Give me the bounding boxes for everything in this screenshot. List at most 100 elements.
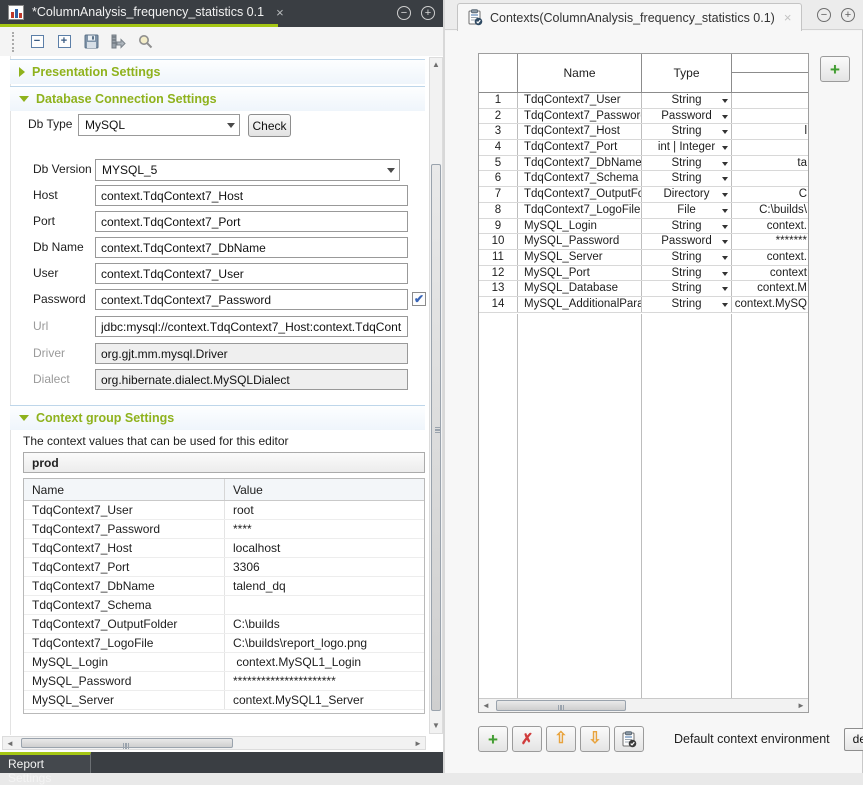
- table-row[interactable]: 7TdqContext7_OutputFolderDirectoryC: [479, 187, 808, 203]
- value-cell[interactable]: C: [732, 187, 808, 202]
- chevron-down-icon[interactable]: [722, 115, 728, 119]
- chevron-down-icon[interactable]: [722, 209, 728, 213]
- table-row[interactable]: 9MySQL_LoginStringcontext.: [479, 219, 808, 235]
- chevron-down-icon[interactable]: [722, 225, 728, 229]
- section-database-connection-settings[interactable]: Database Connection Settings: [10, 86, 425, 111]
- copy-from-repository-button[interactable]: [614, 726, 644, 752]
- value-cell[interactable]: context.MySQ: [732, 297, 808, 312]
- scroll-right-icon[interactable]: ►: [412, 739, 424, 749]
- add-context-variable-button[interactable]: +: [820, 56, 850, 82]
- column-header-value-group[interactable]: [732, 54, 808, 92]
- name-cell[interactable]: TdqContext7_Host: [518, 124, 642, 139]
- value-cell[interactable]: [732, 93, 808, 108]
- generate-report-button[interactable]: [109, 33, 127, 51]
- type-cell[interactable]: String: [642, 297, 732, 312]
- context-value-cell[interactable]: context.MySQL1_Login: [225, 653, 424, 671]
- value-cell[interactable]: context.: [732, 219, 808, 234]
- name-cell[interactable]: TdqContext7_User: [518, 93, 642, 108]
- check-button[interactable]: Check: [248, 114, 291, 137]
- context-value-cell[interactable]: **********************: [225, 672, 424, 690]
- table-row[interactable]: TdqContext7_DbNametalend_dq: [24, 577, 424, 596]
- table-row[interactable]: TdqContext7_Port3306: [24, 558, 424, 577]
- context-name-cell[interactable]: MySQL_Server: [24, 691, 225, 709]
- password-input[interactable]: [95, 289, 408, 310]
- name-cell[interactable]: TdqContext7_Schema: [518, 171, 642, 186]
- contexts-horizontal-scrollbar[interactable]: ◄ ►: [479, 698, 808, 712]
- name-cell[interactable]: MySQL_Port: [518, 266, 642, 281]
- scroll-left-icon[interactable]: ◄: [480, 701, 492, 711]
- type-cell[interactable]: String: [642, 219, 732, 234]
- name-cell[interactable]: MySQL_Password: [518, 234, 642, 249]
- table-row[interactable]: TdqContext7_Userroot: [24, 501, 424, 520]
- chevron-down-icon[interactable]: [722, 240, 728, 244]
- close-icon[interactable]: ×: [276, 5, 284, 20]
- table-row[interactable]: 13MySQL_DatabaseStringcontext.M: [479, 281, 808, 297]
- move-up-button[interactable]: ⇧: [546, 726, 576, 752]
- table-row[interactable]: TdqContext7_OutputFolderC:\builds: [24, 615, 424, 634]
- chevron-down-icon[interactable]: [722, 303, 728, 307]
- user-input[interactable]: [95, 263, 408, 284]
- db-type-combo[interactable]: MySQL: [78, 114, 240, 136]
- table-row[interactable]: MySQL_Servercontext.MySQL1_Server: [24, 691, 424, 710]
- scrollbar-thumb[interactable]: [21, 738, 233, 748]
- db-name-input[interactable]: [95, 237, 408, 258]
- horizontal-scrollbar[interactable]: ◄ ►: [2, 736, 426, 750]
- name-cell[interactable]: TdqContext7_Password: [518, 109, 642, 124]
- chevron-down-icon[interactable]: [722, 177, 728, 181]
- type-cell[interactable]: String: [642, 171, 732, 186]
- context-name-cell[interactable]: TdqContext7_Port: [24, 558, 225, 576]
- add-context-button[interactable]: +: [478, 726, 508, 752]
- name-cell[interactable]: MySQL_Login: [518, 219, 642, 234]
- type-cell[interactable]: Directory: [642, 187, 732, 202]
- maximize-icon[interactable]: +: [841, 8, 855, 22]
- value-cell[interactable]: context: [732, 266, 808, 281]
- chevron-down-icon[interactable]: [722, 130, 728, 134]
- zoom-button[interactable]: [136, 33, 154, 51]
- host-input[interactable]: [95, 185, 408, 206]
- context-name-cell[interactable]: TdqContext7_User: [24, 501, 225, 519]
- chevron-down-icon[interactable]: [722, 256, 728, 260]
- toolbar-drag-handle[interactable]: [12, 32, 15, 52]
- type-cell[interactable]: String: [642, 124, 732, 139]
- value-cell[interactable]: context.: [732, 250, 808, 265]
- scroll-down-icon[interactable]: ▼: [430, 721, 442, 731]
- context-value-cell[interactable]: root: [225, 501, 424, 519]
- context-value-cell[interactable]: talend_dq: [225, 577, 424, 595]
- column-header-name[interactable]: Name: [518, 54, 642, 92]
- type-cell[interactable]: Password: [642, 109, 732, 124]
- context-value-cell[interactable]: C:\builds: [225, 615, 424, 633]
- scrollbar-thumb[interactable]: [431, 164, 441, 711]
- name-cell[interactable]: MySQL_AdditionalParams: [518, 297, 642, 312]
- context-name-cell[interactable]: TdqContext7_OutputFolder: [24, 615, 225, 633]
- table-row[interactable]: MySQL_Password**********************: [24, 672, 424, 691]
- type-cell[interactable]: String: [642, 266, 732, 281]
- table-row[interactable]: 11MySQL_ServerStringcontext.: [479, 250, 808, 266]
- close-icon[interactable]: ×: [784, 10, 792, 25]
- type-cell[interactable]: Password: [642, 234, 732, 249]
- column-header-name[interactable]: Name: [24, 479, 225, 500]
- table-row[interactable]: 8TdqContext7_LogoFileFileC:\builds\: [479, 203, 808, 219]
- context-value-cell[interactable]: 3306: [225, 558, 424, 576]
- scrollbar-thumb[interactable]: [496, 700, 626, 711]
- table-row[interactable]: 2TdqContext7_PasswordPassword: [479, 109, 808, 125]
- environment-combo[interactable]: dev: [844, 728, 863, 751]
- tab-report-settings[interactable]: Report Settings: [0, 752, 91, 773]
- chevron-down-icon[interactable]: [722, 146, 728, 150]
- value-cell[interactable]: C:\builds\: [732, 203, 808, 218]
- column-header-type[interactable]: Type: [642, 54, 732, 92]
- table-row[interactable]: MySQL_Login context.MySQL1_Login: [24, 653, 424, 672]
- collapse-all-button[interactable]: −: [28, 33, 46, 51]
- port-input[interactable]: [95, 211, 408, 232]
- table-row[interactable]: TdqContext7_Hostlocalhost: [24, 539, 424, 558]
- type-cell[interactable]: String: [642, 93, 732, 108]
- chevron-down-icon[interactable]: [722, 272, 728, 276]
- type-cell[interactable]: String: [642, 250, 732, 265]
- type-cell[interactable]: String: [642, 281, 732, 296]
- context-value-cell[interactable]: context.MySQL1_Server: [225, 691, 424, 709]
- table-row[interactable]: TdqContext7_Schema: [24, 596, 424, 615]
- maximize-icon[interactable]: +: [421, 6, 435, 20]
- scroll-left-icon[interactable]: ◄: [4, 739, 16, 749]
- context-name-cell[interactable]: TdqContext7_Host: [24, 539, 225, 557]
- table-row[interactable]: 3TdqContext7_HostStringl: [479, 124, 808, 140]
- context-name-cell[interactable]: TdqContext7_Schema: [24, 596, 225, 614]
